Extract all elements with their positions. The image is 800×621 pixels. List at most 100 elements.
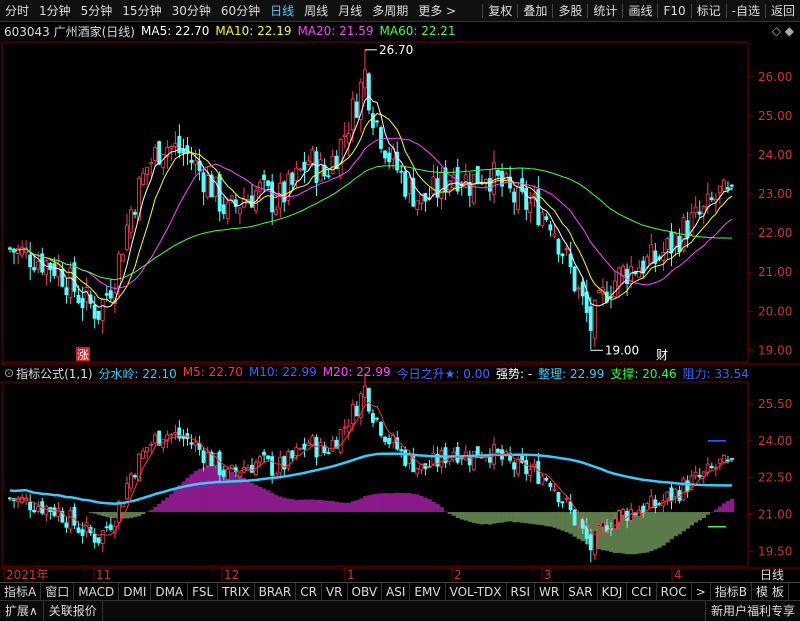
hist-bar [690, 512, 694, 525]
hist-bar [476, 512, 480, 524]
ind-candle-body [670, 488, 673, 501]
price-candle-body [45, 261, 48, 275]
indicator-tab-12[interactable]: EMV [410, 583, 445, 601]
price-candle-body [496, 170, 499, 175]
indicator-tab-6[interactable]: TRIX [218, 583, 254, 601]
hist-bar [456, 512, 460, 518]
ind-candle-body [226, 469, 229, 479]
hist-bar [492, 512, 496, 524]
hist-bar [665, 512, 669, 543]
ind-candle-body [525, 460, 528, 473]
price-candle-body [577, 288, 580, 289]
indicator-tab-17[interactable]: KDJ [598, 583, 628, 601]
hist-bar [641, 512, 645, 553]
indicator-tab-2[interactable]: MACD [74, 583, 119, 601]
indicator-tab-9[interactable]: VR [322, 583, 348, 601]
hist-bar [129, 512, 133, 518]
hist-bar [206, 467, 210, 512]
hist-bar [637, 512, 641, 553]
ind-candle-body [545, 478, 548, 480]
price-candle-body [194, 160, 197, 164]
indicator-tab-13[interactable]: VOL-TDX [446, 583, 507, 601]
price-candle-body [597, 291, 600, 293]
hist-bar [202, 467, 206, 512]
price-candle-body [388, 153, 391, 162]
indicator-tab-3[interactable]: DMI [119, 583, 151, 601]
indicator-tab-1[interactable]: 窗口 [41, 583, 74, 601]
ind-candle-body [650, 496, 653, 508]
hist-bar [250, 483, 254, 512]
hist-bar [512, 512, 516, 522]
hist-bar [714, 509, 718, 512]
indicator-tab-20[interactable]: > [692, 583, 711, 601]
indicator-tab-0[interactable]: 指标A [0, 583, 41, 601]
low-price-label: 19.00 [605, 343, 639, 357]
hist-bar [258, 487, 262, 512]
indicator-tab-16[interactable]: SAR [564, 583, 597, 601]
kline-chart[interactable]: 26.0025.0024.0023.0022.0021.0020.0019.00… [0, 0, 800, 620]
indicator-tab-22[interactable]: 模 板 [752, 583, 789, 601]
indicator-tab-21[interactable]: 指标B [711, 583, 752, 601]
ind-candle-body [69, 511, 72, 529]
hist-bar [278, 496, 282, 512]
indicator-tab-15[interactable]: WR [535, 583, 564, 601]
hist-bar [242, 478, 246, 512]
price-candle-body [101, 299, 104, 320]
ind-candle-body [73, 507, 76, 525]
hist-bar [141, 512, 145, 514]
date-label-6: 4 [674, 568, 682, 582]
hist-bar [561, 512, 565, 531]
ind-candle-body [29, 502, 32, 509]
price-candle-body [299, 169, 302, 170]
price-candle-body [226, 202, 229, 219]
price-candle-body [525, 188, 528, 209]
date-label-3: 1 [347, 568, 355, 582]
indicator-tab-14[interactable]: RSI [507, 583, 536, 601]
hist-bar [315, 500, 319, 512]
indicator-tab-10[interactable]: OBV [348, 583, 383, 601]
indicator-tab-19[interactable]: ROC [657, 583, 692, 601]
ind-candle-body [666, 492, 669, 499]
ind-candle-body [222, 471, 225, 477]
price-candle-body [343, 135, 346, 136]
hist-bar [516, 512, 520, 522]
hist-bar [645, 512, 649, 553]
ind-candle-body [45, 506, 48, 515]
ind-candle-body [682, 479, 685, 500]
indicator-tab-18[interactable]: CCI [627, 583, 656, 601]
hist-bar [331, 501, 335, 512]
ind-candle-body [371, 414, 374, 423]
hist-bar [311, 499, 315, 512]
price-candle-body [291, 173, 294, 184]
hist-bar [230, 472, 234, 512]
hist-bar [165, 497, 169, 512]
hist-bar [363, 496, 367, 512]
date-axis-period: 日线 [760, 568, 784, 582]
hist-bar [480, 512, 484, 524]
hist-bar [488, 512, 492, 525]
price-candle-body [347, 134, 350, 143]
price-candle-body [170, 146, 173, 148]
expand-button[interactable]: 扩展∧ [0, 601, 44, 621]
price-candle-body [674, 234, 677, 246]
indicator-tab-5[interactable]: FSL [188, 583, 218, 601]
hist-bar [351, 501, 355, 512]
price-candle-body [379, 128, 382, 149]
ind-candle-body [57, 509, 60, 517]
hist-bar [423, 498, 427, 512]
hist-bar [722, 503, 726, 512]
related-quote-button[interactable]: 关联报价 [44, 601, 103, 621]
indicator-tab-8[interactable]: CR [296, 583, 322, 601]
indicator-tab-7[interactable]: BRAR [255, 583, 297, 601]
ind-candle-body [218, 452, 221, 475]
new-user-promo[interactable]: 新用户福利专享 [705, 601, 800, 621]
ind-candle-body [472, 452, 475, 470]
ind-candle-body [21, 498, 24, 503]
price-candle-body [581, 282, 584, 296]
ind-candle-body [202, 451, 205, 463]
price-candle-body [517, 186, 520, 210]
indicator-tab-4[interactable]: DMA [151, 583, 188, 601]
hist-bar [524, 512, 528, 523]
status-bar: 扩展∧ 关联报价 新用户福利专享 [0, 600, 800, 620]
indicator-tab-11[interactable]: ASI [382, 583, 410, 601]
